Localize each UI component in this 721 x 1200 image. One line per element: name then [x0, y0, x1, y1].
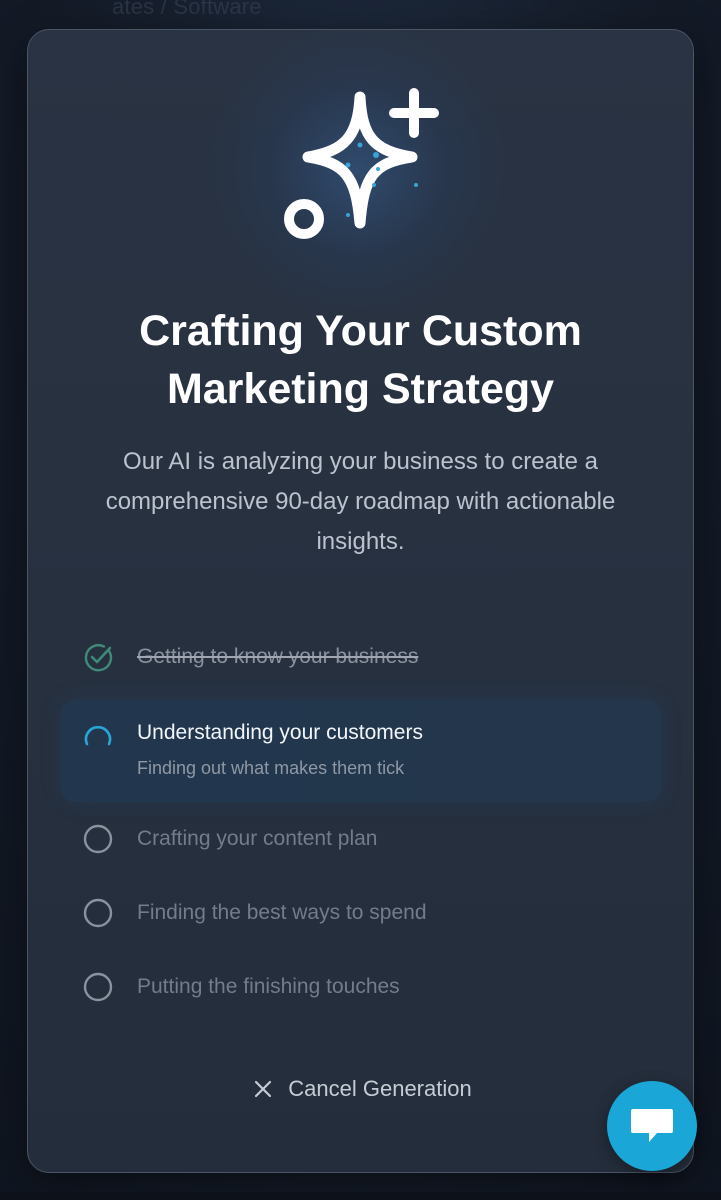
step-sublabel: Finding out what makes them tick — [137, 758, 405, 778]
bottom-edge-bar — [0, 1192, 721, 1200]
chat-button[interactable] — [607, 1081, 697, 1171]
modal-title-line-1: Crafting Your Custom — [139, 307, 582, 355]
active-step-highlight — [61, 700, 661, 802]
step-label: Putting the finishing touches — [137, 975, 400, 998]
spinner-icon — [84, 725, 112, 746]
sparkle-icon — [284, 88, 439, 239]
chat-icon — [631, 1109, 673, 1142]
step-label: Crafting your content plan — [137, 827, 378, 850]
close-icon — [255, 1080, 272, 1098]
generation-modal: Crafting Your Custom Marketing Strategy … — [27, 29, 694, 1173]
modal-subtitle: Our AI is analyzing your business to cre… — [105, 448, 616, 555]
empty-circle-icon — [83, 824, 113, 854]
step-label: Finding the best ways to spend — [137, 901, 427, 924]
background-header-text: ates / Software — [112, 0, 262, 19]
cancel-generation-button[interactable]: Cancel Generation — [238, 1068, 488, 1110]
modal-title-line-2: Marketing Strategy — [166, 365, 555, 413]
cancel-generation-label: Cancel Generation — [288, 1076, 472, 1101]
step-label: Getting to know your business — [137, 645, 419, 668]
empty-circle-icon — [83, 898, 113, 928]
step-label: Understanding your customers — [137, 721, 423, 744]
modal-title: Crafting Your Custom Marketing Strategy — [28, 302, 693, 418]
empty-circle-icon — [83, 972, 113, 1002]
check-circle-icon — [84, 644, 113, 672]
